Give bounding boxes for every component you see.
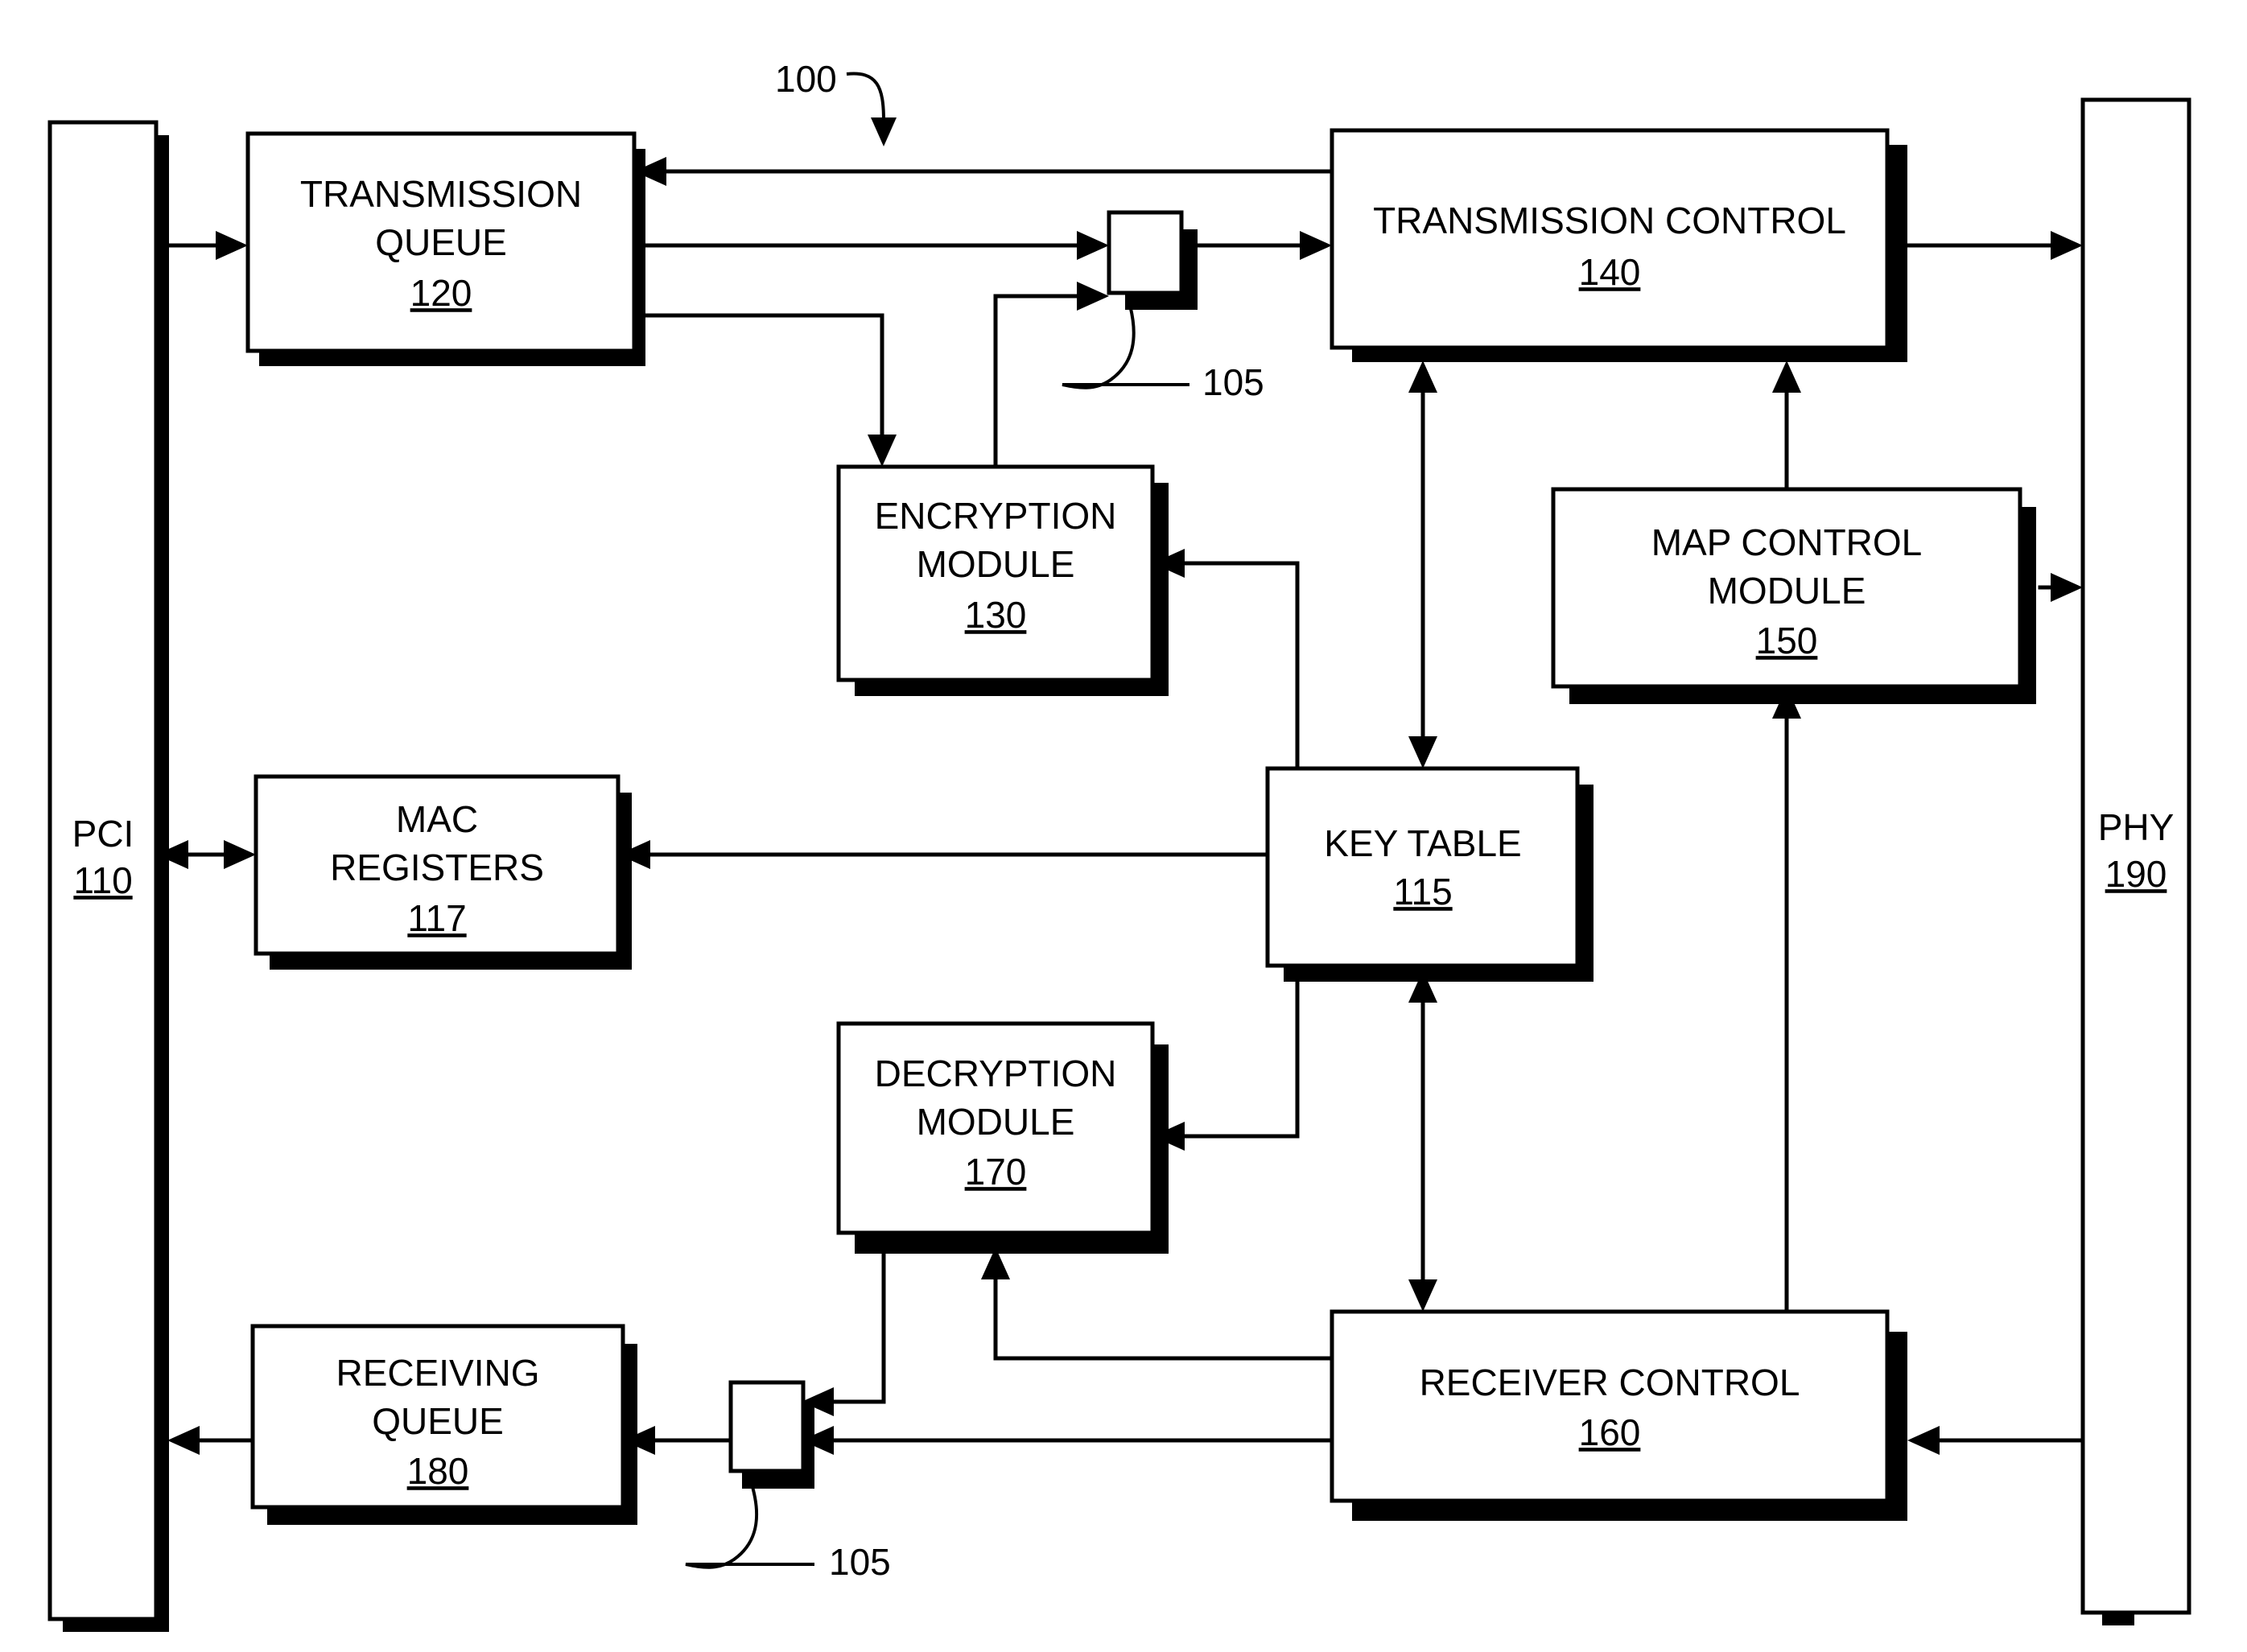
- encryption-label-line1: ENCRYPTION: [875, 495, 1117, 537]
- block-receiving-queue: RECEIVING QUEUE 180: [250, 1324, 625, 1510]
- block-key-table: KEY TABLE 115: [1265, 766, 1580, 968]
- arrowhead-tx-control-to-phy: [2051, 231, 2083, 260]
- arrowhead-map-control-to-tx-control: [1772, 360, 1801, 393]
- receiver-control-ref: 160: [1579, 1411, 1641, 1453]
- encryption-ref: 130: [965, 594, 1027, 636]
- arrowhead-tx-control-to-key-table: [1408, 736, 1437, 768]
- arrowhead-map-control-to-phy: [2051, 573, 2083, 602]
- tx-queue-label-line2: QUEUE: [375, 221, 507, 263]
- rx-queue-label-line1: RECEIVING: [336, 1352, 539, 1394]
- arrowhead-rx-queue-to-pci: [167, 1426, 200, 1455]
- block-mux-receive: [728, 1380, 806, 1473]
- rx-queue-ref: 180: [407, 1450, 469, 1492]
- block-transmission-queue: TRANSMISSION QUEUE 120: [245, 131, 637, 353]
- mac-registers-label-line1: MAC: [396, 798, 478, 840]
- arrowhead-figure-100: [871, 117, 897, 146]
- map-control-label-line1: MAP CONTROL: [1651, 521, 1923, 563]
- block-mux-transmit: [1107, 210, 1184, 295]
- tx-queue-ref: 120: [410, 272, 472, 314]
- pci-label: PCI: [72, 813, 134, 855]
- block-receiver-control: RECEIVER CONTROL 160: [1330, 1309, 1890, 1503]
- map-control-ref: 150: [1756, 620, 1818, 661]
- figure-ref-100: 100: [775, 58, 837, 100]
- mac-registers-label-line2: REGISTERS: [330, 847, 544, 888]
- phy-label: PHY: [2098, 806, 2175, 848]
- arrowhead-key-table-to-tx-control: [1408, 360, 1437, 393]
- receiver-control-label: RECEIVER CONTROL: [1420, 1362, 1800, 1403]
- phy-ref: 190: [2105, 853, 2167, 895]
- patent-figure: PCI 110 PHY 190 TRANSMISSION QUEUE 120 T…: [0, 0, 2247, 1652]
- arrowhead-key-table-to-receiver-control: [1408, 1279, 1437, 1312]
- conn-key-table-to-encryption: [1171, 561, 1300, 771]
- block-encryption-module: ENCRYPTION MODULE 130: [836, 464, 1155, 682]
- pci-ref: 110: [73, 859, 132, 901]
- block-diagram-canvas: PCI 110 PHY 190 TRANSMISSION QUEUE 120 T…: [47, 58, 2191, 1632]
- arrowhead-encryption-to-mux-top-in2: [1077, 282, 1109, 311]
- tx-control-label: TRANSMISSION CONTROL: [1373, 200, 1846, 241]
- rx-queue-label-line2: QUEUE: [372, 1400, 504, 1442]
- callout-mux-top-105: 105: [1202, 361, 1264, 403]
- tx-queue-label-line1: TRANSMISSION: [300, 173, 582, 215]
- arrowhead-pci-to-tx-queue: [216, 231, 248, 260]
- decryption-label-line2: MODULE: [917, 1101, 1075, 1143]
- conn-decryption-to-mux-bottom: [814, 1241, 886, 1404]
- mac-registers-ref: 117: [407, 897, 466, 939]
- block-pci: PCI 110: [47, 120, 159, 1621]
- key-table-label: KEY TABLE: [1324, 822, 1521, 864]
- leader-line-mux-top-105: [1062, 299, 1189, 389]
- conn-key-table-to-decryption: [1171, 963, 1300, 1139]
- callout-mux-bottom-105: 105: [829, 1541, 891, 1583]
- block-mac-registers: MAC REGISTERS 117: [254, 774, 621, 956]
- arrowhead-tx-queue-to-encryption: [868, 435, 897, 467]
- block-transmission-control: TRANSMISSION CONTROL 140: [1330, 128, 1890, 350]
- arrowhead-phy-to-receiver-control: [1907, 1426, 1940, 1455]
- decryption-ref: 170: [965, 1151, 1027, 1193]
- encryption-label-line2: MODULE: [917, 543, 1075, 585]
- map-control-label-line2: MODULE: [1708, 570, 1866, 612]
- arrowhead-mux-top-to-tx-control: [1300, 231, 1332, 260]
- arrowhead-pci-to-mac-registers: [224, 840, 256, 869]
- conn-receiver-control-to-decryption: [993, 1263, 1334, 1361]
- conn-encryption-to-mux-top-in2: [993, 294, 1099, 469]
- key-table-ref: 115: [1393, 871, 1452, 913]
- leader-line-mux-bottom-105: [685, 1478, 814, 1569]
- block-decryption-module: DECRYPTION MODULE 170: [836, 1021, 1155, 1235]
- tx-control-ref: 140: [1579, 251, 1641, 293]
- block-phy: PHY 190: [2080, 97, 2191, 1615]
- decryption-label-line1: DECRYPTION: [875, 1053, 1117, 1094]
- arrowhead-tx-queue-to-mux-top-in1: [1077, 231, 1109, 260]
- block-map-control-module: MAP CONTROL MODULE 150: [1551, 487, 2022, 689]
- conn-tx-queue-to-encryption: [632, 313, 884, 455]
